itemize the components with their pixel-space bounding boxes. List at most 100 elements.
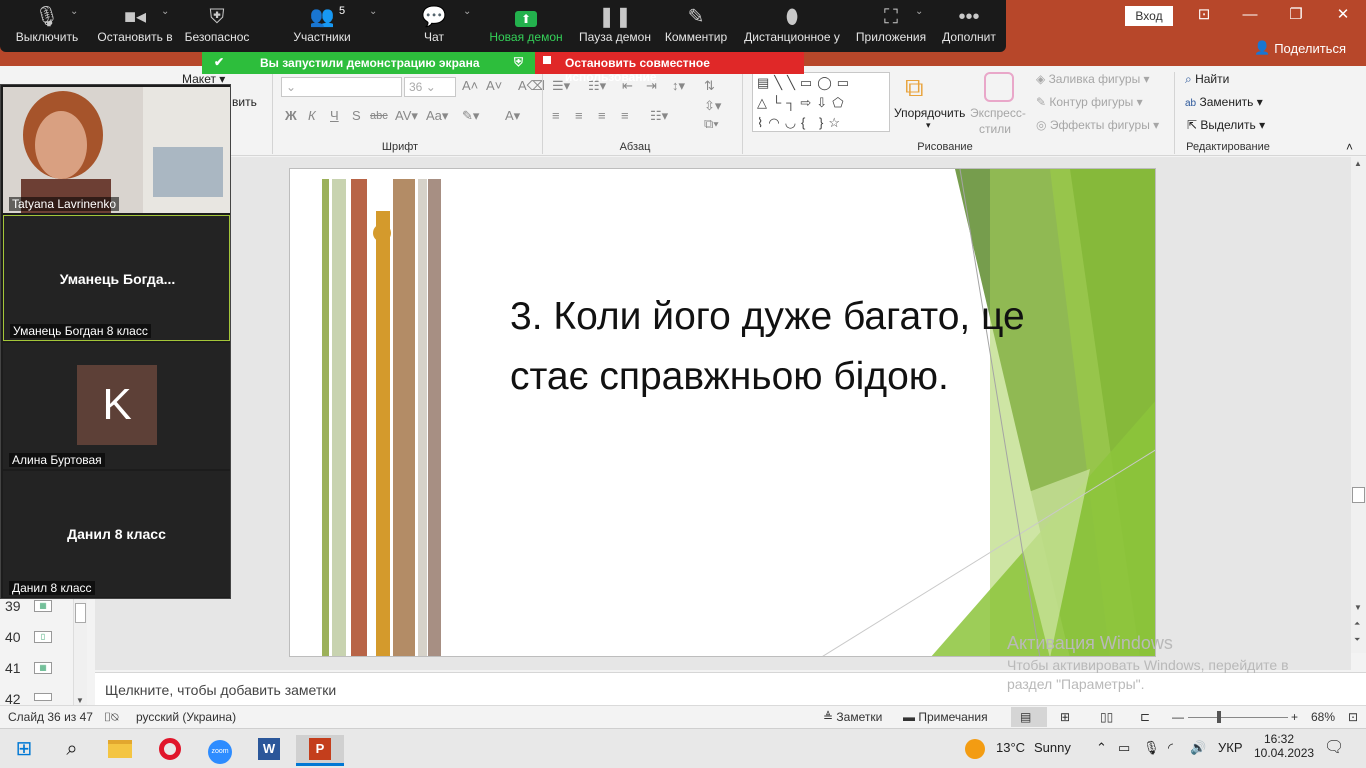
quick-styles-icon[interactable] [984,72,1014,102]
replace-button[interactable]: ab Заменить ▾ [1185,95,1263,109]
comments-button[interactable]: ▬ Примечания [903,710,988,724]
bold-icon[interactable]: Ж [285,108,297,123]
video-tile[interactable]: Уманець Богда... Уманець Богдан 8 класс [3,215,230,341]
font-name-combo[interactable]: ⌄ [281,77,402,97]
align-center-icon[interactable]: ≡ [575,108,583,123]
language-label[interactable]: русский (Украина) [136,710,236,724]
ribbon-display-icon[interactable]: ⊡ [1181,0,1227,32]
video-tile[interactable]: K Алина Буртовая [3,343,230,469]
shadow-icon[interactable]: S [352,108,361,123]
grow-font-icon[interactable]: A˄ [462,78,478,93]
participants-button[interactable]: 👥 Участники [288,4,356,50]
powerpoint-icon[interactable]: P [296,735,344,766]
thumbnail[interactable] [34,693,52,701]
slide-sorter-icon[interactable]: ⊞ [1060,710,1070,724]
prev-slide-icon[interactable]: ⏶ [1354,619,1360,629]
chevron-down-icon[interactable]: ⌄ [161,6,169,17]
collapse-ribbon-icon[interactable]: ˄ [1346,140,1353,154]
weather-sun-icon[interactable] [965,739,985,759]
underline-icon[interactable]: Ч [330,108,339,123]
chat-button[interactable]: 💬 Чат [410,4,458,50]
chevron-down-icon[interactable]: ⌄ [369,6,377,17]
slide-body-text[interactable]: 3. Коли його дуже багато, це стає справж… [510,287,1110,407]
battery-icon[interactable]: ▭ [1118,740,1130,756]
weather-desc[interactable]: Sunny [1034,740,1071,755]
restore-icon[interactable]: ❐ [1273,0,1319,32]
tray-chevron-icon[interactable]: ⌃ [1096,740,1107,756]
pin-icon[interactable]: ✔ [214,55,224,69]
select-button[interactable]: ⇱ Выделить ▾ [1187,118,1265,132]
zoom-out-icon[interactable]: — [1172,710,1184,724]
scroll-up-icon[interactable]: ▲ [1354,159,1362,168]
wifi-icon[interactable]: ◜ [1168,740,1173,756]
shrink-font-icon[interactable]: A˅ [486,78,502,93]
next-slide-icon[interactable]: ⏷ [1354,635,1360,645]
shape-fill-button[interactable]: ◈ Заливка фигуры ▾ [1036,72,1150,86]
more-button[interactable]: ••• Дополнит [938,4,1000,50]
security-button[interactable]: ⛨ Безопаснос [182,4,252,50]
stop-share-button[interactable]: Остановить совместное использование [535,52,804,84]
align-text-icon[interactable]: ⇳▾ [704,98,721,114]
annotate-button[interactable]: ✎ Комментир [662,4,730,50]
thumbnail[interactable]: ▦ [34,662,52,674]
opera-icon[interactable] [150,735,190,763]
close-icon[interactable]: ✕ [1320,0,1366,32]
new-share-button[interactable]: ⬆ Новая демон [486,4,566,50]
spellcheck-icon[interactable]: ⌷⍉ [104,710,118,725]
case-icon[interactable]: Aa▾ [426,108,448,124]
file-explorer-icon[interactable] [100,735,140,763]
slideshow-icon[interactable]: ⊏ [1140,710,1150,724]
scroll-down-icon[interactable]: ▼ [76,696,84,705]
find-button[interactable]: ⌕ Найти [1185,72,1229,87]
video-tile[interactable]: Данил 8 класс Данил 8 класс [3,471,230,597]
reading-view-icon[interactable]: ▯▯ [1100,710,1113,724]
scroll-thumb[interactable] [75,603,86,623]
search-icon[interactable]: ⌕ [52,735,92,763]
scroll-thumb[interactable] [1352,487,1365,503]
clear-format-icon[interactable]: A⌫ [518,78,545,94]
signin-button[interactable]: Вход [1125,6,1173,26]
chevron-down-icon[interactable]: ⌄ [70,6,78,17]
zoom-slider-thumb[interactable] [1217,711,1221,723]
add-slide-button[interactable]: вить [232,95,257,109]
minimize-icon[interactable]: — [1227,0,1273,32]
thumbnail[interactable]: ▦ [34,600,52,612]
smartart-icon[interactable]: ⧉▾ [704,116,719,132]
highlight-icon[interactable]: ✎▾ [462,108,479,124]
spacing-icon[interactable]: AV▾ [395,108,418,124]
volume-icon[interactable]: 🔊 [1190,740,1206,756]
video-tile[interactable]: Tatyana Lavrinenko [3,87,230,213]
chevron-down-icon[interactable]: ⌄ [915,6,923,17]
arrange-button[interactable]: Упорядочить [894,106,965,120]
quick-styles-button-2[interactable]: стили [979,122,1011,136]
microphone-icon[interactable]: 🎙 [1143,740,1160,756]
notes-button[interactable]: ≜ Заметки [823,710,882,724]
align-right-icon[interactable]: ≡ [598,108,606,123]
zoom-app-icon[interactable]: zoom [200,735,240,764]
chevron-down-icon[interactable]: ⌄ [463,6,471,17]
start-icon[interactable]: ⊞ [4,735,44,763]
share-button[interactable]: 👤 Поделиться [1254,40,1346,56]
pause-share-button[interactable]: ❚❚ Пауза демон [576,4,654,50]
zoom-slider[interactable] [1188,717,1288,718]
word-icon[interactable]: W [249,735,289,763]
justify-icon[interactable]: ≡ [621,108,629,123]
shape-effects-button[interactable]: ◎ Эффекты фигуры ▾ [1036,118,1159,132]
align-left-icon[interactable]: ≡ [552,108,560,123]
columns-icon[interactable]: ☷▾ [650,108,668,124]
font-color-icon[interactable]: A▾ [505,108,520,124]
notifications-icon[interactable]: 🗨 [1324,737,1344,757]
italic-icon[interactable]: К [308,108,316,123]
language-indicator[interactable]: УКР [1218,740,1243,755]
quick-styles-button-1[interactable]: Экспресс- [970,106,1026,120]
font-size-combo[interactable]: 36 ⌄ [404,77,456,97]
clock[interactable]: 16:32 10.04.2023 [1254,732,1314,760]
strikethrough-icon[interactable]: abc [370,110,388,122]
thumbnail[interactable]: ▯ [34,631,52,643]
editor-scrollbar[interactable]: ▲ ▼ ⏶ ⏷ [1351,157,1366,653]
remote-control-button[interactable]: ⬮ Дистанционное у [740,4,844,50]
fit-slide-icon[interactable]: ⊡ [1348,710,1358,724]
thumb-scrollbar[interactable]: ▼ [73,597,87,705]
slide-canvas[interactable]: 3. Коли його дуже багато, це стає справж… [289,168,1156,657]
shape-outline-button[interactable]: ✎ Контур фигуры ▾ [1036,95,1143,109]
